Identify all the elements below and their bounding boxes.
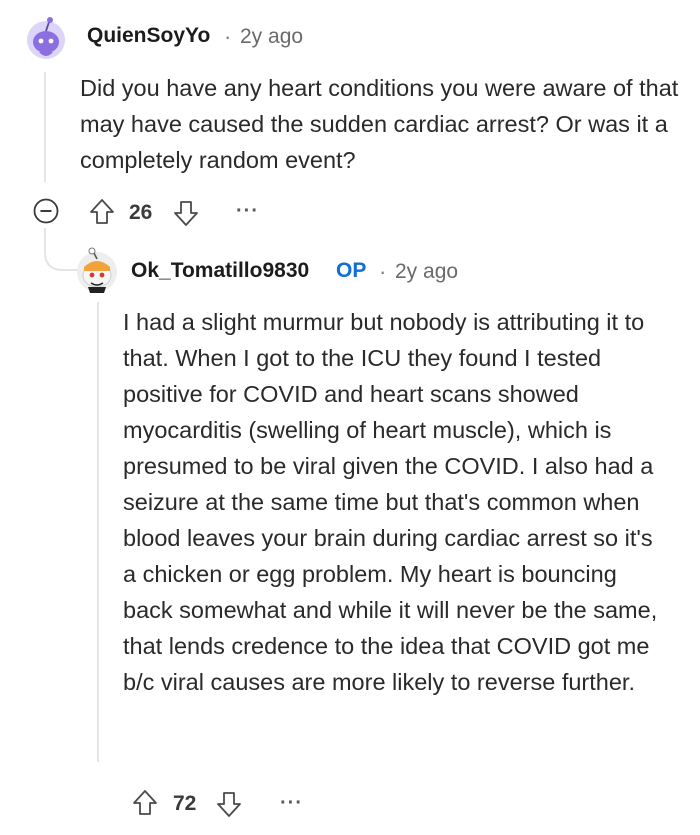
thread-line-main[interactable]	[44, 72, 46, 182]
comment-1-username[interactable]: QuienSoyYo	[87, 24, 210, 48]
more-options-icon[interactable]: ···	[280, 793, 303, 813]
upvote-icon[interactable]	[132, 789, 158, 817]
thread-line-reply[interactable]	[97, 302, 99, 762]
collapse-icon[interactable]	[33, 198, 59, 224]
comment-2-username[interactable]: Ok_Tomatillo9830	[131, 259, 309, 283]
downvote-icon[interactable]	[173, 199, 199, 227]
upvote-icon[interactable]	[89, 198, 115, 226]
comment-2-body: I had a slight murmur but nobody is attr…	[123, 309, 658, 695]
downvote-icon[interactable]	[216, 790, 242, 818]
separator-dot: ·	[224, 24, 232, 49]
comment-2-timestamp[interactable]: 2y ago	[395, 260, 458, 284]
comment-1-timestamp[interactable]: 2y ago	[240, 25, 303, 49]
more-options-icon[interactable]: ···	[236, 201, 259, 221]
comment-1-body: Did you have any heart conditions you we…	[80, 75, 679, 173]
snoo-avatar-icon[interactable]	[74, 247, 120, 293]
op-badge: OP	[336, 259, 367, 282]
separator-dot: ·	[379, 259, 387, 284]
comment-1-vote-count: 26	[129, 201, 153, 224]
snoo-avatar-icon[interactable]	[25, 14, 67, 60]
comment-2-vote-count: 72	[173, 792, 197, 815]
